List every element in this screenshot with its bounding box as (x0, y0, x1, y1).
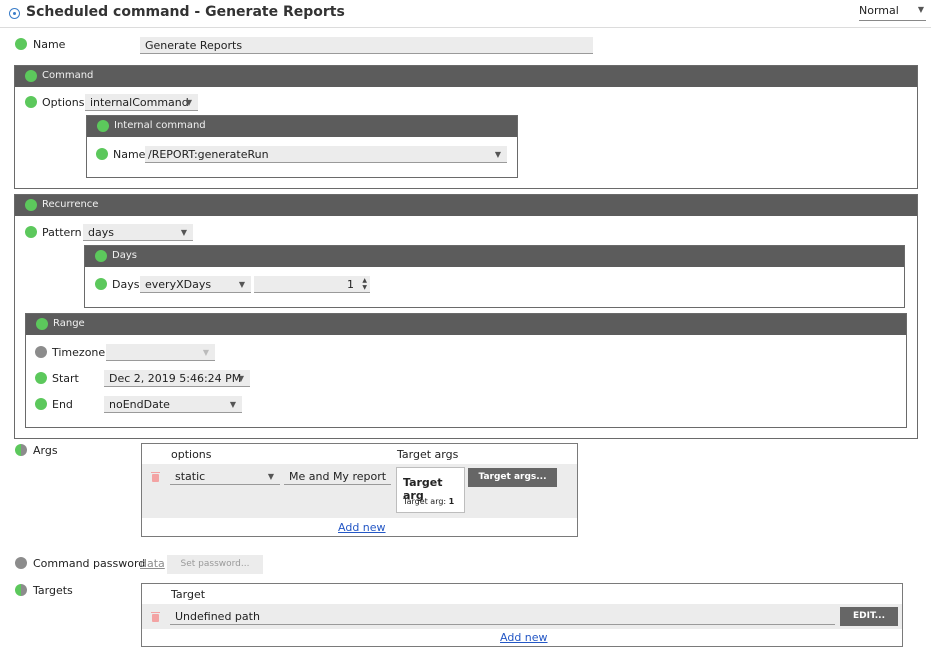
status-dot-internal-command (97, 120, 109, 132)
start-date-value: Dec 2, 2019 5:46:24 PM (109, 372, 242, 385)
range-header-label: Range (53, 318, 85, 329)
status-dot-start (35, 372, 47, 384)
target-arg-card: Target arg Target arg: 1 (396, 467, 465, 513)
edit-target-button[interactable]: EDIT... (840, 607, 898, 626)
days-header-label: Days (112, 250, 137, 261)
status-dot-days-header (95, 250, 107, 262)
days-mode-select-value: everyXDays (145, 278, 212, 291)
end-select[interactable]: noEndDate ▼ (104, 396, 242, 413)
trash-icon[interactable] (151, 472, 160, 482)
chevron-down-icon: ▼ (237, 374, 244, 383)
internal-name-select[interactable]: /REPORT:generateRun ▼ (145, 146, 507, 163)
status-dot-recurrence (25, 199, 37, 211)
chevron-down-icon: ▼ (494, 150, 501, 159)
internal-command-header: Internal command (87, 116, 517, 137)
status-dot-options (25, 96, 37, 108)
arg-type-select[interactable]: static ▼ (170, 468, 280, 485)
days-count-value: 1 (347, 278, 354, 291)
mode-select[interactable]: Normal ▼ (859, 4, 926, 21)
target-path-value: Undefined path (175, 610, 260, 623)
status-dot-args (15, 444, 27, 456)
mode-select-value: Normal (859, 4, 899, 17)
start-label: Start (52, 372, 79, 385)
stepper-arrows-icon[interactable]: ▲ ▼ (362, 277, 367, 291)
status-dot-range-header (36, 318, 48, 330)
arg-value-input[interactable]: Me and My report (284, 468, 391, 485)
start-date-input[interactable]: Dec 2, 2019 5:46:24 PM ▼ (104, 370, 250, 387)
args-add-new-link[interactable]: Add new (338, 521, 386, 534)
status-dot-command (25, 70, 37, 82)
recurrence-header: Recurrence (15, 195, 917, 216)
timezone-label: Timezone (52, 346, 106, 359)
status-dot-days (95, 278, 107, 290)
pattern-select-value: days (88, 226, 114, 239)
targets-col-target: Target (171, 588, 206, 601)
status-dot-name (15, 38, 27, 50)
name-input[interactable]: Generate Reports (140, 37, 593, 54)
status-dot-timezone (35, 346, 47, 358)
status-dot-internal-name (96, 148, 108, 160)
args-label: Args (33, 444, 58, 457)
days-label: Days (112, 278, 140, 291)
options-label: Options (42, 96, 85, 109)
schedule-icon (9, 8, 20, 19)
status-dot-targets (15, 584, 27, 596)
options-select-value: internalCommand (90, 96, 189, 109)
target-args-button[interactable]: Target args... (468, 468, 557, 487)
arg-value-text: Me and My report (289, 470, 387, 483)
title-bar: Scheduled command - Generate Reports Nor… (0, 0, 931, 28)
status-dot-end (35, 398, 47, 410)
chevron-down-icon: ▼ (185, 98, 192, 107)
trash-icon[interactable] (151, 612, 160, 622)
pattern-label: Pattern (42, 226, 82, 239)
days-count-stepper[interactable]: 1 ▲ ▼ (254, 276, 370, 293)
command-header: Command (15, 66, 917, 87)
set-password-button[interactable]: Set password... (167, 555, 263, 574)
days-mode-select[interactable]: everyXDays ▼ (140, 276, 251, 293)
name-label: Name (33, 38, 66, 51)
internal-name-select-value: /REPORT:generateRun (148, 148, 269, 161)
chevron-down-icon: ▼ (238, 280, 245, 289)
target-arg-value: 1 (448, 497, 455, 506)
target-path-input[interactable]: Undefined path (170, 608, 835, 625)
range-header: Range (26, 314, 906, 335)
internal-command-header-label: Internal command (114, 120, 206, 131)
status-dot-pattern (25, 226, 37, 238)
chevron-down-icon: ▼ (229, 400, 236, 409)
options-select[interactable]: internalCommand ▼ (85, 94, 198, 111)
command-header-label: Command (42, 70, 94, 81)
targets-add-new-link[interactable]: Add new (500, 631, 548, 644)
args-col-options: options (171, 448, 212, 461)
target-arg-line: Target arg: 1 (403, 497, 454, 506)
name-input-value: Generate Reports (145, 39, 243, 52)
page-title: Scheduled command - Generate Reports (26, 4, 345, 20)
end-label: End (52, 398, 73, 411)
command-password-label: Command password (33, 557, 146, 570)
internal-name-label: Name (113, 148, 146, 161)
end-select-value: noEndDate (109, 398, 170, 411)
targets-label: Targets (33, 584, 73, 597)
chevron-down-icon: ▼ (267, 472, 274, 481)
timezone-select[interactable]: ▼ (106, 344, 215, 361)
command-password-data-link[interactable]: data (140, 557, 165, 570)
chevron-down-icon: ▼ (917, 5, 924, 14)
chevron-down-icon: ▼ (202, 348, 209, 357)
days-header: Days (85, 246, 904, 267)
arg-type-value: static (175, 470, 206, 483)
target-arg-label: Target arg: (403, 497, 449, 506)
args-col-target-args: Target args (397, 448, 459, 461)
recurrence-header-label: Recurrence (42, 199, 99, 210)
chevron-down-icon: ▼ (180, 228, 187, 237)
status-dot-command-password (15, 557, 27, 569)
pattern-select[interactable]: days ▼ (83, 224, 193, 241)
